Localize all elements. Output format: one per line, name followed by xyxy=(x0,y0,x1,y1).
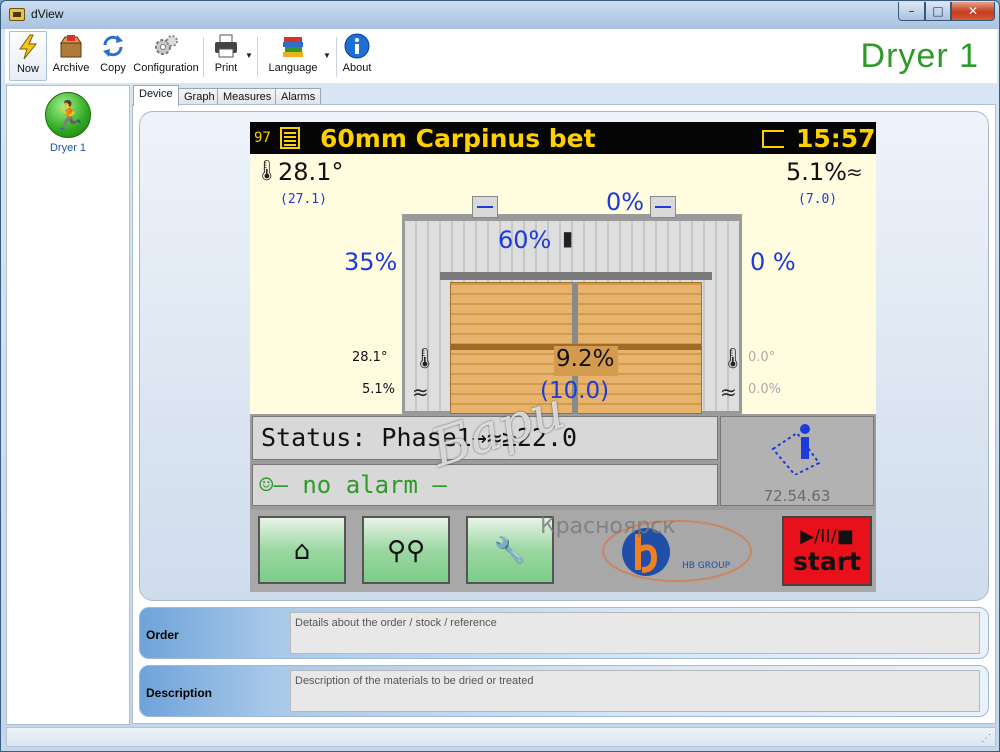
tab-device[interactable]: Device xyxy=(133,85,179,106)
maximize-button[interactable]: □ xyxy=(925,2,951,21)
fan-value: 60% xyxy=(498,226,552,254)
info-icon xyxy=(344,33,370,59)
wood-moisture-value: 9.2% xyxy=(556,346,615,372)
sensors-button[interactable]: ⚲⚲ xyxy=(362,516,450,584)
program-icon xyxy=(280,127,300,149)
description-label: Description xyxy=(146,686,213,700)
sidebar-item-dryer-1[interactable]: Dryer 1 xyxy=(7,142,129,154)
temperature-value: 28.1° xyxy=(278,158,344,186)
alarm-box: ☺– no alarm – xyxy=(252,464,718,506)
firmware-version: 72.54.63 xyxy=(763,487,831,505)
description-row: Description Description of the materials… xyxy=(139,665,989,717)
right-humidity-value: 0.0% xyxy=(748,382,782,397)
svg-text:HB GROUP: HB GROUP xyxy=(682,561,731,571)
gears-icon xyxy=(153,33,179,59)
dryer-title: Dryer 1 xyxy=(860,37,979,75)
printer-icon xyxy=(213,33,239,59)
window-title: dView xyxy=(31,7,64,21)
toolbar-separator xyxy=(257,37,258,77)
alarm-status: ☺– no alarm – xyxy=(259,471,447,499)
top-flap-value: 0% xyxy=(606,188,645,216)
now-button[interactable]: Now xyxy=(9,31,47,81)
start-label: start xyxy=(793,547,861,576)
wrench-icon: 🔧 xyxy=(493,536,527,566)
running-dryer-icon[interactable]: 🏃 xyxy=(45,92,91,138)
screen-time: 15:57 xyxy=(796,124,876,153)
thermometer-icon: 🌡 xyxy=(254,158,280,182)
stack-support xyxy=(440,272,712,280)
info-button[interactable]: 72.54.63 xyxy=(720,416,874,506)
start-button[interactable]: ▶/II/■ start xyxy=(782,516,872,586)
lightning-icon xyxy=(15,34,41,60)
left-thermometer-icon: 🌡 xyxy=(412,346,438,370)
configuration-button[interactable]: Configuration xyxy=(133,33,199,81)
order-row: Order Details about the order / stock / … xyxy=(139,607,989,659)
tab-graph[interactable]: Graph xyxy=(178,88,221,105)
toolbar-separator xyxy=(336,37,337,77)
close-button[interactable]: ✕ xyxy=(951,2,995,21)
archive-button[interactable]: Archive xyxy=(49,33,93,81)
resize-grip-icon[interactable]: ⋰ xyxy=(981,733,991,744)
toolbar-separator xyxy=(203,37,204,77)
order-field[interactable]: Details about the order / stock / refere… xyxy=(290,612,980,654)
right-humidity-icon: ≈ xyxy=(720,380,737,404)
sensor-probes-icon: ⚲⚲ xyxy=(386,536,426,566)
tab-alarms[interactable]: Alarms xyxy=(275,88,322,105)
right-thermometer-icon: 🌡 xyxy=(720,346,746,370)
watermark-city: Красноярск xyxy=(540,514,676,539)
exhaust-value: 0 % xyxy=(750,248,796,276)
order-label: Order xyxy=(146,628,179,642)
about-button[interactable]: About xyxy=(339,33,375,81)
language-button[interactable]: Language xyxy=(263,33,323,81)
program-name: 60mm Carpinus bet xyxy=(320,124,596,153)
house-icon: ⌂ xyxy=(293,536,311,566)
play-pause-stop-icon: ▶/II/■ xyxy=(800,526,854,547)
status-area: Status: Phase1→≈≥22.0 ☺– no alarm – 72.5… xyxy=(250,414,876,592)
tab-measures[interactable]: Measures xyxy=(217,88,278,105)
left-temp-value: 28.1° xyxy=(352,350,388,365)
books-stack-icon xyxy=(280,33,306,59)
status-bar: ⋰ xyxy=(6,727,996,747)
humidity-value: 5.1% xyxy=(786,158,847,186)
left-humidity-icon: ≈ xyxy=(412,380,429,404)
vent-right xyxy=(650,196,676,218)
archive-box-icon xyxy=(58,33,84,59)
title-bar[interactable]: dView – □ ✕ xyxy=(1,1,999,29)
program-number: 97 xyxy=(254,130,271,146)
device-list: 🏃 Dryer 1 xyxy=(6,85,130,725)
toolbar: Now Archive Copy Configuration Print ▼ L… xyxy=(5,29,997,83)
print-button[interactable]: Print xyxy=(208,33,244,81)
right-temp-value: 0.0° xyxy=(748,350,776,365)
copy-button[interactable]: Copy xyxy=(95,33,131,81)
screen-header: 97 60mm Carpinus bet 15:57 xyxy=(250,122,876,154)
device-panel: 97 60mm Carpinus bet 15:57 🌡 28.1° (27.1… xyxy=(139,111,989,601)
humidity-setpoint: (7.0) xyxy=(798,192,838,207)
app-icon xyxy=(9,8,25,21)
humidity-icon: ≈ xyxy=(846,160,863,184)
language-dropdown-icon[interactable]: ▼ xyxy=(323,51,331,60)
minimize-button[interactable]: – xyxy=(898,2,925,21)
home-button[interactable]: ⌂ xyxy=(258,516,346,584)
description-field[interactable]: Description of the materials to be dried… xyxy=(290,670,980,712)
temperature-setpoint: (27.1) xyxy=(280,192,327,207)
network-icon xyxy=(762,130,784,148)
vent-left xyxy=(472,196,498,218)
main-pane: 97 60mm Carpinus bet 15:57 🌡 28.1° (27.1… xyxy=(132,104,996,724)
device-screen[interactable]: 97 60mm Carpinus bet 15:57 🌡 28.1° (27.1… xyxy=(250,122,876,592)
refresh-arrows-icon xyxy=(100,33,126,59)
app-window: dView – □ ✕ Now Archive Copy Configurati… xyxy=(0,0,1000,752)
spray-info-icon xyxy=(767,423,827,477)
spray-value: 35% xyxy=(344,248,398,276)
print-dropdown-icon[interactable]: ▼ xyxy=(245,51,253,60)
left-humidity-value: 5.1% xyxy=(362,382,396,397)
fan-icon: ▮ xyxy=(562,226,574,250)
